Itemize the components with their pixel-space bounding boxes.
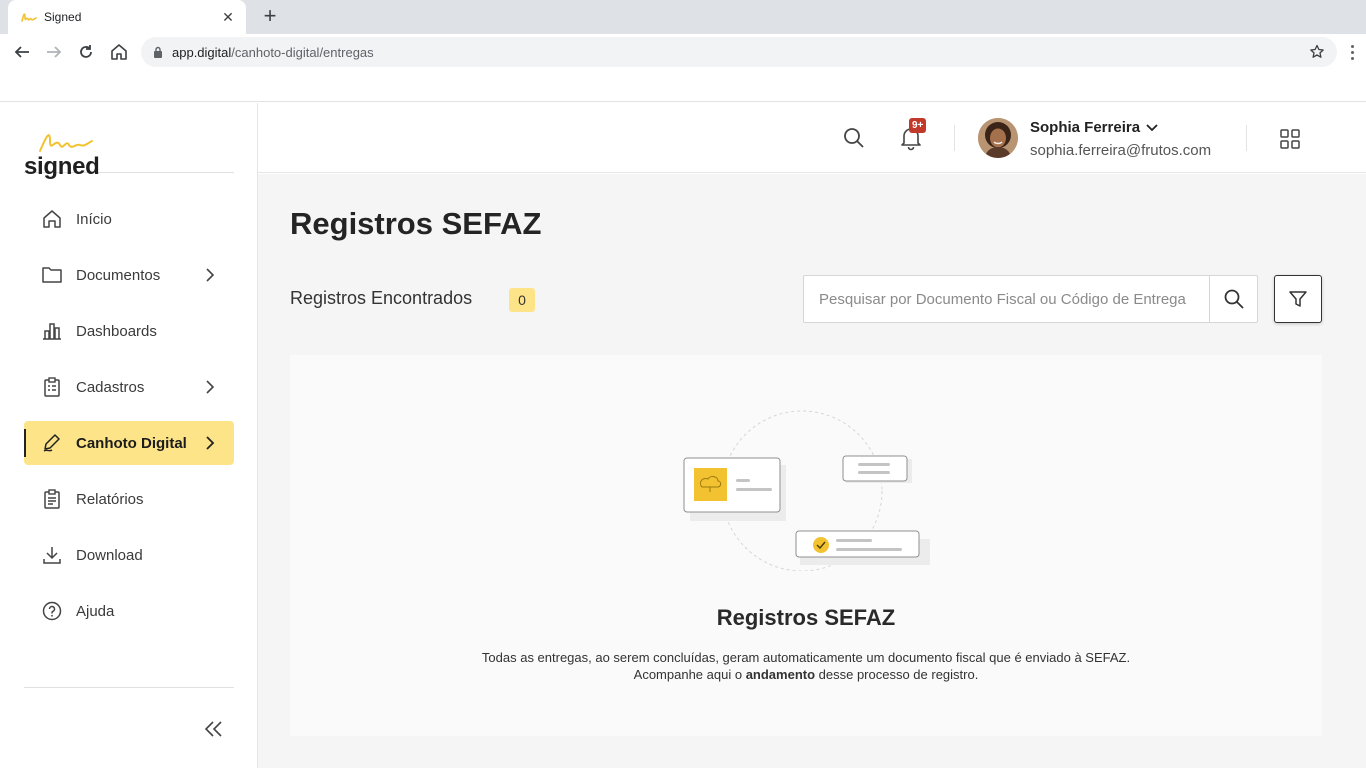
browser-tabstrip: Signed ✕ + xyxy=(0,0,1366,34)
user-photo xyxy=(978,118,1018,158)
bookmarks-bar xyxy=(0,70,1366,102)
sidebar-item-cadastros[interactable]: Cadastros xyxy=(24,365,234,409)
signed-logo[interactable]: signed xyxy=(24,117,234,180)
chevron-right-icon xyxy=(200,436,220,450)
logo-wordmark: signed xyxy=(24,153,100,180)
main-content: Registros SEFAZ Registros Encontrados 0 xyxy=(258,174,1366,768)
app-header: 9+ Sophia Ferreira sophia.ferreira@fruto… xyxy=(258,103,1366,173)
download-icon xyxy=(41,544,63,566)
sidebar-item-canhoto-digital[interactable]: Canhoto Digital xyxy=(24,421,234,465)
header-divider xyxy=(954,125,955,151)
help-icon xyxy=(41,600,63,622)
search-input[interactable] xyxy=(804,276,1209,322)
logo-signature-icon xyxy=(39,134,93,152)
reload-button[interactable] xyxy=(74,40,98,64)
user-email: sophia.ferreira@frutos.com xyxy=(1030,142,1212,159)
empty-desc-line2-pre: Acompanhe aqui o xyxy=(633,667,746,682)
sidebar-item-label: Download xyxy=(76,546,143,564)
signed-favicon-icon xyxy=(21,13,37,22)
sidebar-item-ajuda[interactable]: Ajuda xyxy=(24,589,234,633)
new-tab-button[interactable]: + xyxy=(258,4,282,28)
home-button[interactable] xyxy=(107,40,131,64)
sidebar-item-label: Cadastros xyxy=(76,378,145,396)
empty-desc-line2-bold: andamento xyxy=(745,667,816,682)
folder-icon xyxy=(41,264,63,286)
search-button[interactable] xyxy=(1209,276,1257,322)
bookmark-star-icon[interactable] xyxy=(1309,44,1325,60)
empty-desc-line1: Todas as entregas, ao serem concluídas, … xyxy=(481,650,1131,665)
filter-button[interactable] xyxy=(1274,275,1322,323)
results-count-label: Registros Encontrados xyxy=(290,288,473,308)
home-outline-icon xyxy=(111,44,127,60)
empty-state-description: Todas as entregas, ao serem concluídas, … xyxy=(290,649,1322,683)
page-title: Registros SEFAZ xyxy=(290,206,542,241)
back-button[interactable] xyxy=(10,40,34,64)
apps-grid-icon[interactable] xyxy=(1280,129,1300,149)
sidebar-item-label: Dashboards xyxy=(76,322,157,340)
url-path: /canhoto-digital/entregas xyxy=(231,44,374,60)
browser-toolbar: app.digital/canhoto-digital/entregas xyxy=(0,34,1366,70)
back-arrow-icon xyxy=(14,46,29,58)
sidebar-item-label: Documentos xyxy=(76,266,161,284)
results-count-badge: 0 xyxy=(509,288,535,312)
empty-desc-line2-post: desse processo de registro. xyxy=(815,667,979,682)
avatar[interactable] xyxy=(978,118,1018,158)
sidebar-divider xyxy=(24,687,234,688)
home-icon xyxy=(41,208,63,230)
empty-state-title: Registros SEFAZ xyxy=(716,605,896,630)
empty-state-illustration xyxy=(683,410,930,571)
chevron-down-icon xyxy=(1146,123,1158,131)
sidebar-item-dashboards[interactable]: Dashboards xyxy=(24,309,234,353)
clipboard-icon xyxy=(41,376,63,398)
empty-state: Registros SEFAZ Todas as entregas, ao se… xyxy=(290,355,1322,736)
address-bar[interactable]: app.digital/canhoto-digital/entregas xyxy=(141,37,1337,67)
sidebar-item-label: Ajuda xyxy=(76,602,115,620)
header-divider xyxy=(1246,125,1247,151)
user-name: Sophia Ferreira xyxy=(1030,119,1141,136)
url-host: app.digital xyxy=(172,44,232,60)
forward-arrow-icon xyxy=(47,46,62,58)
chevron-right-icon xyxy=(200,380,220,394)
sidebar-item-label: Relatórios xyxy=(76,490,144,508)
notification-badge: 9+ xyxy=(909,118,927,133)
forward-button[interactable] xyxy=(42,40,66,64)
report-icon xyxy=(41,488,63,510)
tab-close-icon[interactable]: ✕ xyxy=(220,9,236,26)
user-menu-button[interactable]: Sophia Ferreira xyxy=(1030,119,1158,136)
reload-icon xyxy=(80,45,92,58)
tab-title: Signed xyxy=(44,10,82,24)
signature-pen-icon xyxy=(41,432,63,454)
collapse-sidebar-icon[interactable] xyxy=(203,720,225,738)
url-text: app.digital/canhoto-digital/entregas xyxy=(172,45,374,60)
sidebar: signed Início Documentos Dashboards Cada… xyxy=(0,103,258,768)
search-icon xyxy=(1224,289,1244,309)
sidebar-item-relatorios[interactable]: Relatórios xyxy=(24,477,234,521)
browser-tab[interactable]: Signed ✕ xyxy=(8,0,246,34)
search-icon[interactable] xyxy=(843,127,865,149)
sidebar-item-inicio[interactable]: Início xyxy=(24,197,234,241)
sidebar-menu: Início Documentos Dashboards Cadastros C… xyxy=(24,197,234,645)
sidebar-item-documentos[interactable]: Documentos xyxy=(24,253,234,297)
records-search xyxy=(803,275,1258,323)
sidebar-item-download[interactable]: Download xyxy=(24,533,234,577)
sidebar-item-label: Canhoto Digital xyxy=(76,434,187,452)
lock-icon xyxy=(154,46,162,58)
sidebar-item-label: Início xyxy=(76,210,112,228)
bar-chart-icon xyxy=(41,320,63,342)
browser-menu-icon[interactable] xyxy=(1344,40,1360,64)
chevron-right-icon xyxy=(200,268,220,282)
filter-icon xyxy=(1289,291,1307,307)
